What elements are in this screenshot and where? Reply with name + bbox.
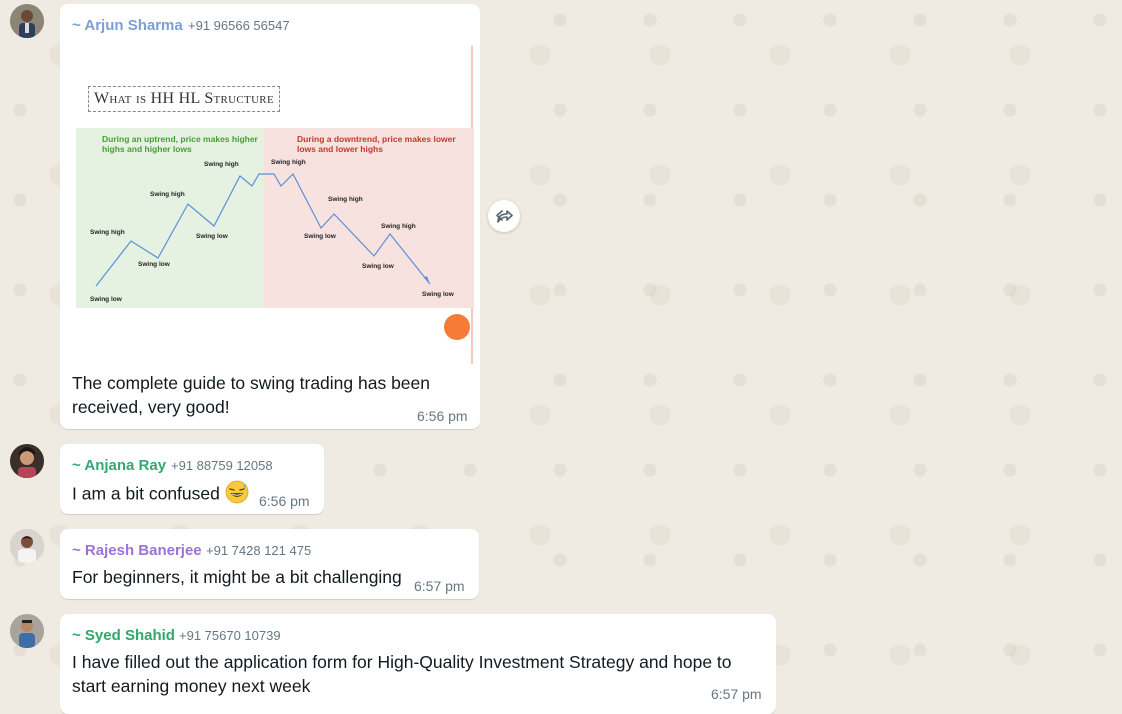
sender-name[interactable]: ~ Rajesh Banerjee — [72, 542, 202, 559]
message-time: 6:57 pm — [414, 578, 465, 594]
sender-phone: +91 96566 56547 — [188, 18, 290, 33]
message-text: For beginners, it might be a bit challen… — [72, 567, 402, 587]
sender-phone: +91 88759 12058 — [171, 458, 273, 473]
sender-phone: +91 75670 10739 — [179, 628, 281, 643]
sender-name[interactable]: ~ Anjana Ray — [72, 457, 166, 474]
label-swing-low-6: Swing low — [422, 291, 455, 298]
sender-name[interactable]: ~ Arjun Sharma — [72, 17, 183, 34]
label-swing-high-4: Swing high — [271, 159, 306, 166]
grinning-sweat-emoji — [225, 480, 249, 510]
forward-icon — [496, 210, 513, 223]
message-text: I am a bit confused — [72, 480, 249, 510]
label-swing-low-4: Swing low — [304, 233, 337, 240]
message-bubble[interactable]: ~ Anjana Ray +91 88759 12058 I am a bit … — [60, 444, 324, 514]
avatar[interactable] — [10, 4, 44, 38]
avatar[interactable] — [10, 614, 44, 648]
message-time: 6:56 pm — [259, 493, 310, 509]
sender-name[interactable]: ~ Syed Shahid — [72, 627, 175, 644]
swing-structure-diagram: Swing high Swing low Swing low Swing hig… — [90, 159, 455, 303]
message-time: 6:57 pm — [711, 686, 762, 702]
message-time: 6:56 pm — [417, 408, 468, 424]
message-text: I have filled out the application form f… — [72, 652, 732, 696]
message-bubble[interactable]: ~ Arjun Sharma +91 96566 56547 What is H… — [60, 4, 480, 429]
chart-image[interactable]: What is HH HL Structure During an uptren… — [66, 46, 474, 364]
label-swing-low-1: Swing low — [90, 296, 123, 303]
label-swing-high-6: Swing high — [381, 223, 416, 230]
label-swing-low-2: Swing low — [138, 261, 171, 268]
avatar[interactable] — [10, 444, 44, 478]
avatar[interactable] — [10, 529, 44, 563]
label-swing-high-5: Swing high — [328, 196, 363, 203]
forward-button[interactable] — [488, 200, 520, 232]
message-bubble[interactable]: ~ Syed Shahid +91 75670 10739 I have fil… — [60, 614, 776, 714]
label-swing-low-3: Swing low — [196, 233, 229, 240]
sender-phone: +91 7428 121 475 — [206, 543, 312, 558]
watermark-dot — [444, 314, 470, 340]
message-text-content: I am a bit confused — [72, 483, 220, 504]
label-swing-high-3: Swing high — [204, 161, 239, 168]
label-swing-low-5: Swing low — [362, 263, 395, 270]
message-text: The complete guide to swing trading has … — [72, 373, 431, 417]
label-swing-high-1: Swing high — [90, 229, 125, 236]
label-swing-high-2: Swing high — [150, 191, 185, 198]
message-bubble[interactable]: ~ Rajesh Banerjee +91 7428 121 475 For b… — [60, 529, 479, 599]
